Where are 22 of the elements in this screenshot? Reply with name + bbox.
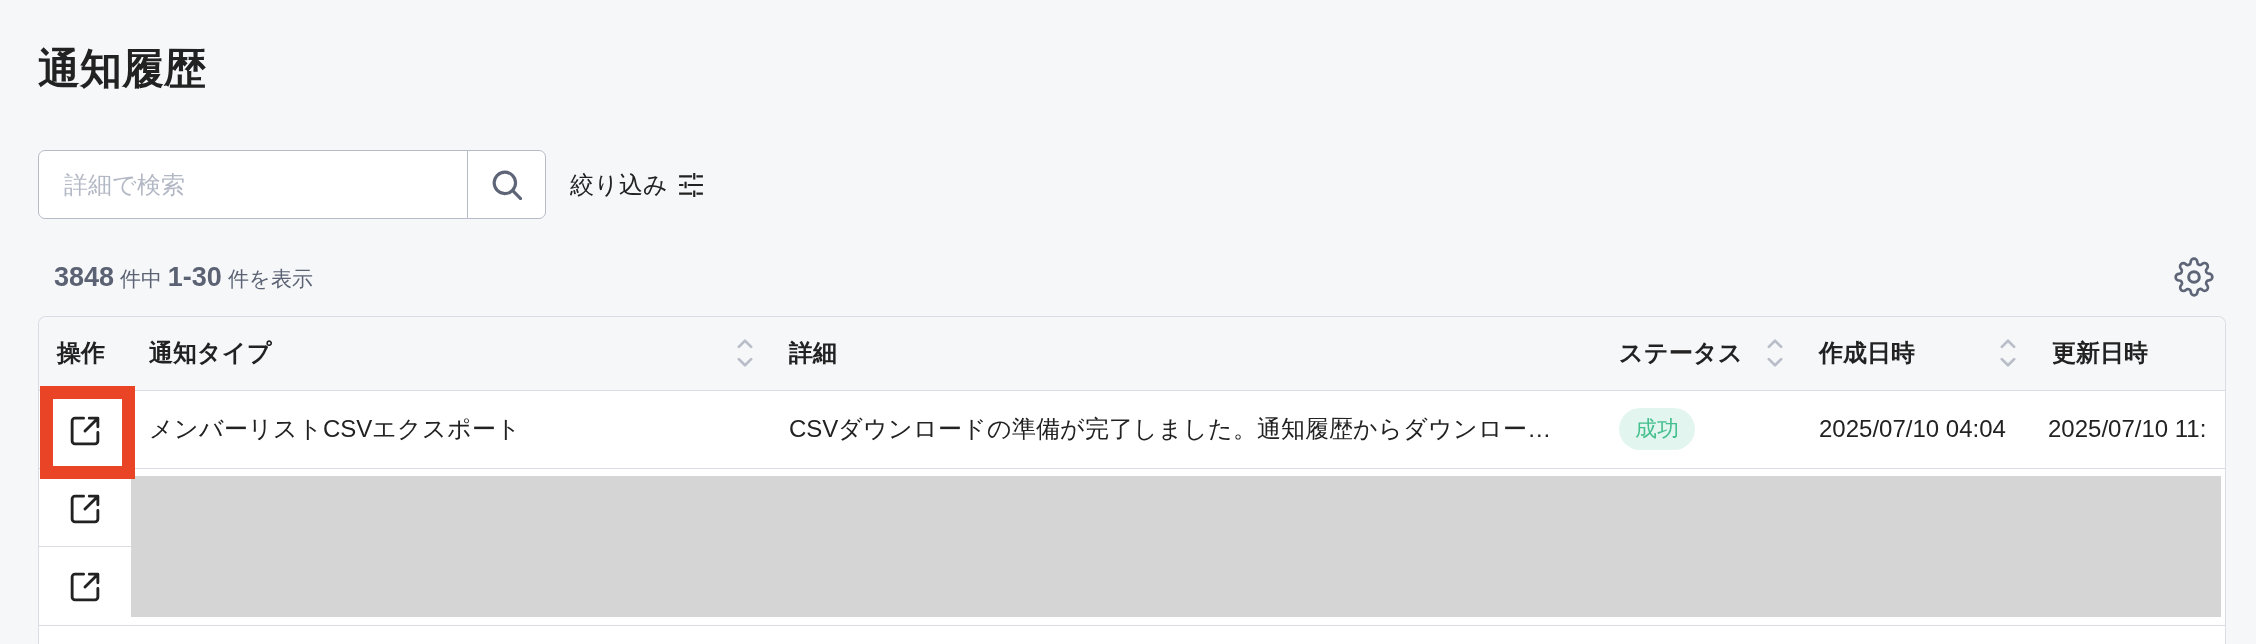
sliders-icon bbox=[678, 171, 704, 198]
table-cell: 2025/07/10 11: bbox=[2034, 390, 2225, 468]
table-cell: 2025/07/10 04:04 bbox=[1801, 390, 2034, 468]
settings-icon[interactable] bbox=[2174, 257, 2214, 297]
search-button[interactable] bbox=[467, 150, 546, 219]
column-header: 通知タイプ bbox=[149, 338, 272, 369]
column-header: 更新日時 bbox=[2052, 338, 2148, 369]
filter-button[interactable]: 絞り込み bbox=[570, 166, 704, 203]
result-count: 3848 件中 1-30 件を表示 bbox=[54, 260, 313, 294]
search-icon bbox=[491, 169, 522, 200]
external-link-icon[interactable] bbox=[70, 572, 100, 603]
external-link-icon[interactable] bbox=[70, 493, 100, 524]
external-link-icon[interactable] bbox=[70, 415, 100, 446]
column-header: 作成日時 bbox=[1819, 338, 1915, 369]
status-badge: 成功 bbox=[1619, 408, 1695, 450]
table-cell: メンバーリストCSVエクスポート bbox=[131, 390, 771, 468]
search-field[interactable]: 詳細で検索 bbox=[38, 150, 468, 219]
column-header: 操作 bbox=[57, 338, 105, 369]
table-cell: CSVダウンロードの準備が完了しました。通知履歴からダウンロー… bbox=[771, 390, 1601, 468]
column-header: ステータス bbox=[1619, 338, 1743, 369]
page-title: 通知履歴 bbox=[38, 44, 206, 94]
column-header: 詳細 bbox=[789, 338, 837, 369]
